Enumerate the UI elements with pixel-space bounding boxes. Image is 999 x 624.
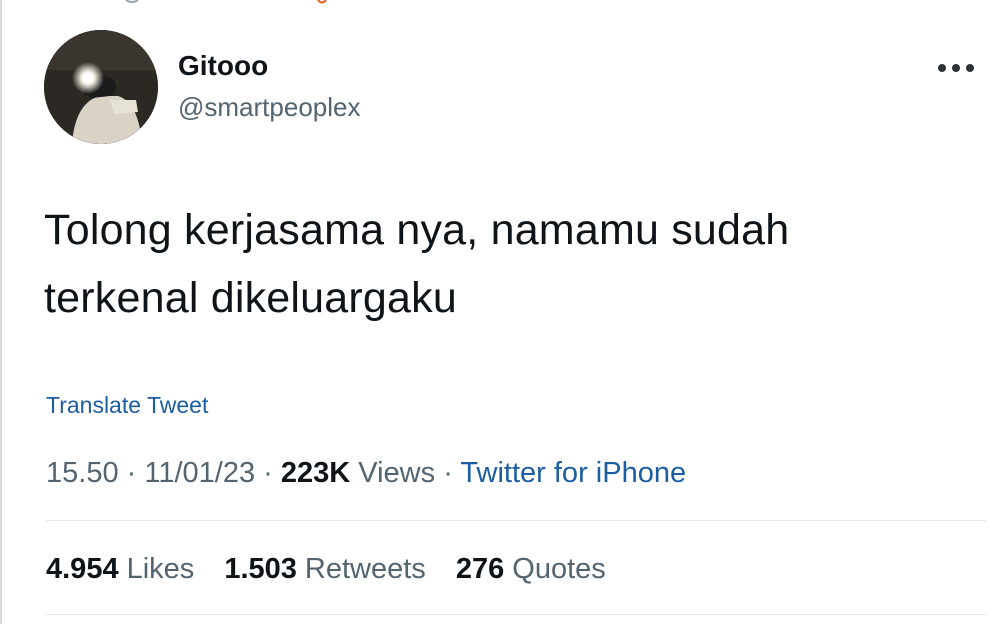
views-count: 223K (280, 457, 351, 489)
likes-count: 4.954 (46, 553, 119, 585)
divider (46, 614, 986, 615)
tweet-text-line: Tolong kerjasama nya, namamu sudah (44, 206, 790, 254)
user-handle[interactable]: @smartpeoplex (178, 92, 360, 123)
retweets-count: 1.503 (224, 553, 297, 585)
quotes-count: 276 (455, 553, 505, 585)
tweet-text-line: terkenal dikeluargaku (44, 274, 457, 322)
engagement-stats: 4.954 Likes 1.503 Retweets 276 Quotes (46, 553, 628, 586)
translate-tweet-link[interactable]: Translate Tweet (46, 392, 208, 419)
tweet-time[interactable]: 15.50 (46, 457, 119, 489)
quotes-stat[interactable]: 276 Quotes (456, 553, 606, 586)
quotes-label: Quotes (512, 553, 606, 585)
avatar[interactable] (44, 30, 158, 144)
meta-separator: · (263, 457, 273, 489)
tweet-detail-view: Gitooo @smartpeoplex Tolong kerjasama ny… (0, 0, 999, 624)
retweets-stat[interactable]: 1.503 Retweets (224, 553, 425, 586)
more-options-button[interactable] (930, 52, 982, 84)
avatar-photo (44, 30, 158, 144)
display-name[interactable]: Gitooo (178, 50, 268, 82)
tweet-meta: 15.50 · 11/01/23 · 223K Views · Twitter … (46, 457, 686, 490)
divider (46, 520, 986, 521)
more-horizontal-icon (938, 64, 974, 72)
likes-stat[interactable]: 4.954 Likes (46, 553, 194, 586)
tweet-source-link[interactable]: Twitter for iPhone (460, 457, 686, 489)
likes-label: Likes (126, 553, 195, 585)
left-edge-border (0, 0, 2, 624)
tweet-date[interactable]: 11/01/23 (144, 457, 255, 489)
meta-separator: · (126, 457, 137, 489)
views-label: Views (358, 457, 436, 489)
meta-separator: · (443, 457, 453, 489)
retweets-label: Retweets (304, 553, 426, 585)
tweet-text: Tolong kerjasama nya, namamu sudah terke… (44, 196, 944, 332)
top-cropped-artifacts (125, 0, 327, 4)
